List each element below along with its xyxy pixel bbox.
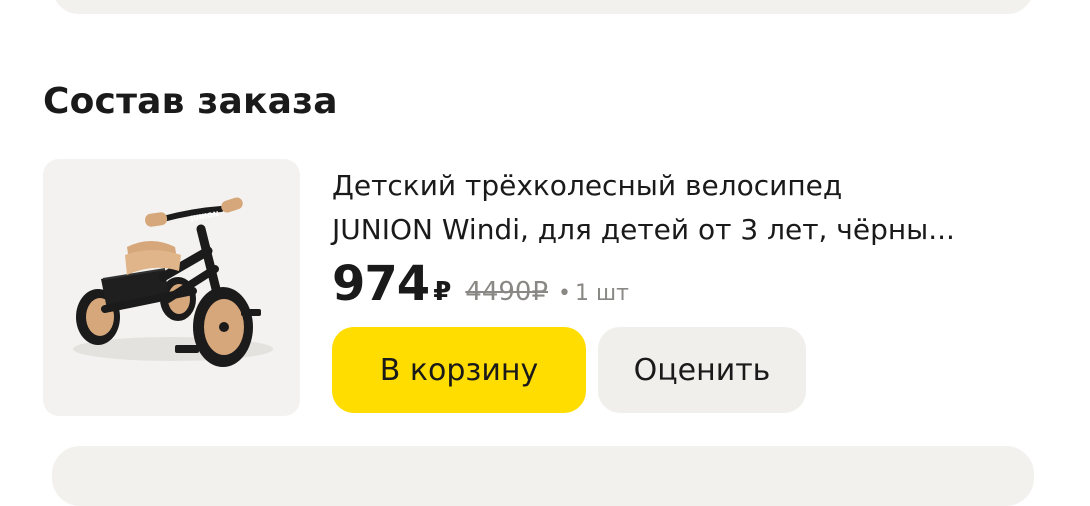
product-image[interactable]: JUNION xyxy=(43,159,300,416)
add-to-cart-button[interactable]: В корзину xyxy=(332,327,586,413)
rate-button[interactable]: Оценить xyxy=(598,327,806,413)
quantity-label: 1 шт xyxy=(575,281,629,306)
previous-card xyxy=(52,0,1034,14)
current-price: 974 xyxy=(332,256,430,312)
tricycle-image-icon: JUNION xyxy=(73,197,273,367)
product-title-line-2: JUNION Windi, для детей от 3 лет, чёрны.… xyxy=(332,213,955,246)
price-row: 974 ₽ 4490₽ • 1 шт xyxy=(332,256,629,312)
next-card xyxy=(52,446,1034,506)
section-title: Состав заказа xyxy=(43,81,338,122)
product-title[interactable]: Детский трёхколесный велосипед JUNION Wi… xyxy=(332,164,1032,252)
separator-dot: • xyxy=(558,281,571,306)
currency-symbol: ₽ xyxy=(433,277,452,307)
old-price: 4490₽ xyxy=(465,277,549,307)
product-title-line-1: Детский трёхколесный велосипед xyxy=(332,169,843,202)
